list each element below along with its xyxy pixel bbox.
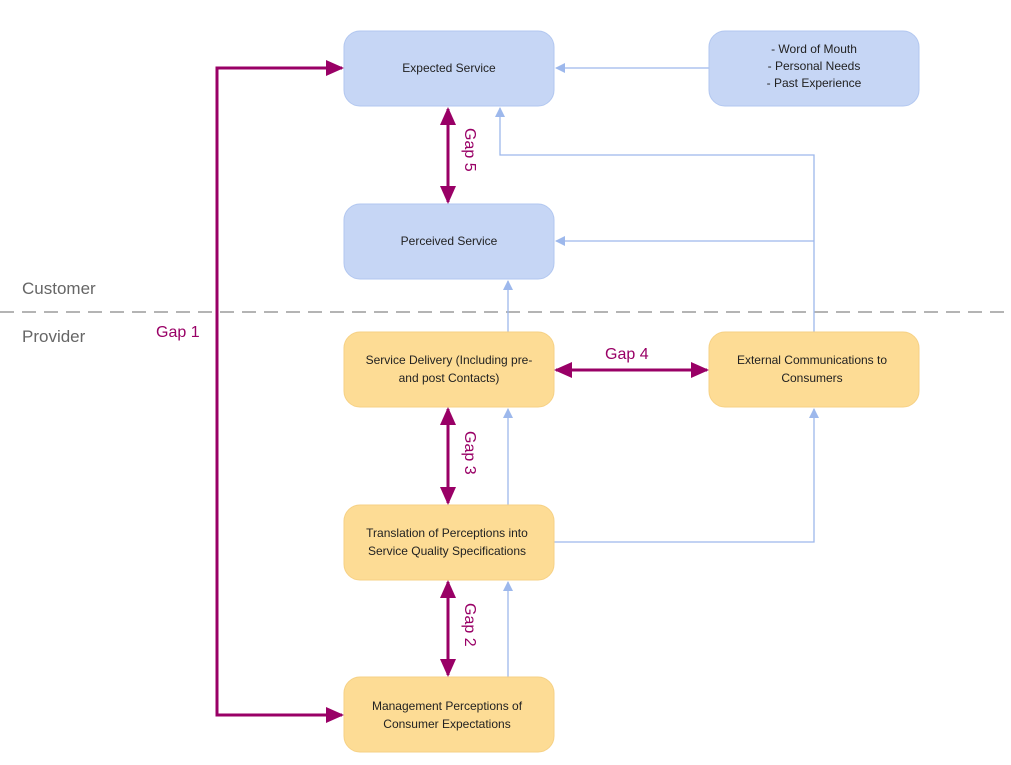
box-label: Consumers <box>781 371 842 385</box>
external-communications-box: External Communications to Consumers <box>708 331 920 408</box>
box-label: Consumer Expectations <box>383 717 510 731</box>
box-label: and post Contacts) <box>399 371 500 385</box>
box-label: - Personal Needs <box>768 59 861 73</box>
gap1-label: Gap 1 <box>156 324 200 341</box>
box-label: - Word of Mouth <box>771 42 857 56</box>
management-perceptions-box: Management Perceptions of Consumer Expec… <box>343 676 555 753</box>
gap4-label: Gap 4 <box>605 346 649 363</box>
box-label: - Past Experience <box>767 76 862 90</box>
gap2-label: Gap 2 <box>461 603 478 647</box>
translation-box: Translation of Perceptions into Service … <box>343 504 555 581</box>
box-label: Perceived Service <box>401 234 498 248</box>
box-label: Translation of Perceptions into <box>366 526 528 540</box>
provider-zone-label: Provider <box>22 327 86 346</box>
expected-service-box: Expected Service <box>343 30 555 107</box>
translation-to-external-line <box>554 408 819 543</box>
gap1-arrow <box>215 60 344 723</box>
gap5-label: Gap 5 <box>461 128 478 172</box>
gap3-label: Gap 3 <box>461 431 478 475</box>
customer-zone-label: Customer <box>22 279 96 298</box>
box-label: Expected Service <box>402 61 496 75</box>
box-label: External Communications to <box>737 353 887 367</box>
box-label: Management Perceptions of <box>372 699 523 713</box>
service-quality-gap-diagram: Customer Provider Expected Service - Wor… <box>0 30 1011 753</box>
perceived-service-box: Perceived Service <box>343 203 555 280</box>
box-label: Service Delivery (Including pre- <box>366 353 533 367</box>
box-label: Service Quality Specifications <box>368 544 526 558</box>
service-delivery-box: Service Delivery (Including pre- and pos… <box>343 331 555 408</box>
influences-box: - Word of Mouth - Personal Needs - Past … <box>708 30 920 107</box>
